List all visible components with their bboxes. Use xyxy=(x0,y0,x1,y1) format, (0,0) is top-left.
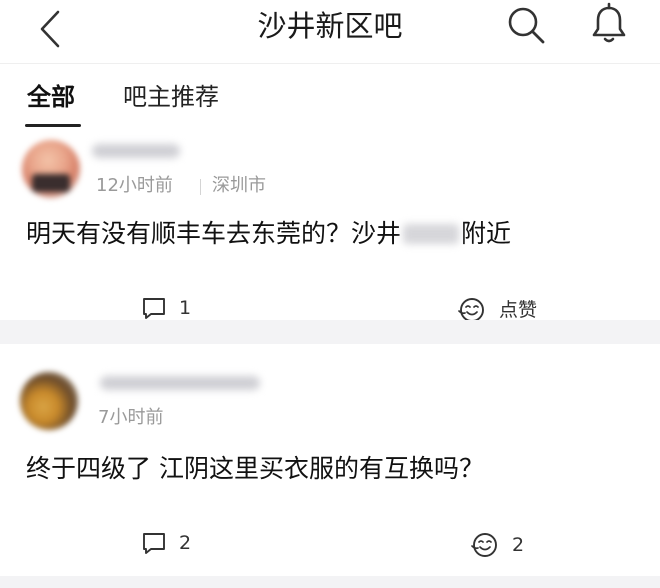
tab-all[interactable]: 全部 xyxy=(27,82,75,112)
comment-button[interactable]: 2 xyxy=(141,530,191,556)
like-label: 点赞 xyxy=(499,299,538,321)
comment-count: 1 xyxy=(179,297,192,319)
post-content: 明天有没有顺丰车去东莞的？沙井 附近 xyxy=(26,218,511,250)
comment-icon xyxy=(143,298,165,319)
post-card[interactable]: 7小时前 终于四级了 江阴这里买衣服的有互换吗？ 2 2 xyxy=(0,344,660,576)
post-content: 终于四级了 江阴这里买衣服的有互换吗？ xyxy=(26,454,484,483)
post-separator xyxy=(0,320,660,344)
page-title: 沙井新区吧 xyxy=(257,9,403,43)
comment-icon xyxy=(143,533,165,554)
comment-button[interactable]: 1 xyxy=(141,295,191,321)
redacted-text xyxy=(403,224,460,244)
notifications-button[interactable] xyxy=(585,0,633,48)
meta-divider xyxy=(200,179,201,195)
like-count: 2 xyxy=(512,534,525,556)
avatar[interactable] xyxy=(22,140,80,198)
search-button[interactable] xyxy=(503,2,549,48)
username-redacted[interactable] xyxy=(92,144,180,158)
active-tab-indicator xyxy=(25,124,81,127)
post-location: 深圳市 xyxy=(212,175,266,196)
bell-icon xyxy=(592,2,626,43)
tab-moderator-recommended[interactable]: 吧主推荐 xyxy=(123,82,219,112)
like-face-icon xyxy=(471,533,497,557)
username-redacted[interactable] xyxy=(100,376,260,390)
post-time: 12小时前 xyxy=(96,175,173,196)
comment-count: 2 xyxy=(179,532,192,554)
post-content-part: 附近 xyxy=(461,219,512,248)
like-button[interactable]: 2 xyxy=(470,530,524,560)
tab-bar: 全部 吧主推荐 xyxy=(0,64,660,130)
search-icon xyxy=(508,7,545,44)
avatar[interactable] xyxy=(20,372,78,430)
post-separator xyxy=(0,576,660,588)
post-time: 7小时前 xyxy=(98,407,164,428)
post-content-part: 明天有没有顺丰车去东莞的？沙井 xyxy=(26,219,402,248)
top-bar: 沙井新区吧 xyxy=(0,0,660,64)
post-card[interactable]: 12小时前 深圳市 明天有没有顺丰车去东莞的？沙井 附近 1 点赞 xyxy=(0,130,660,322)
